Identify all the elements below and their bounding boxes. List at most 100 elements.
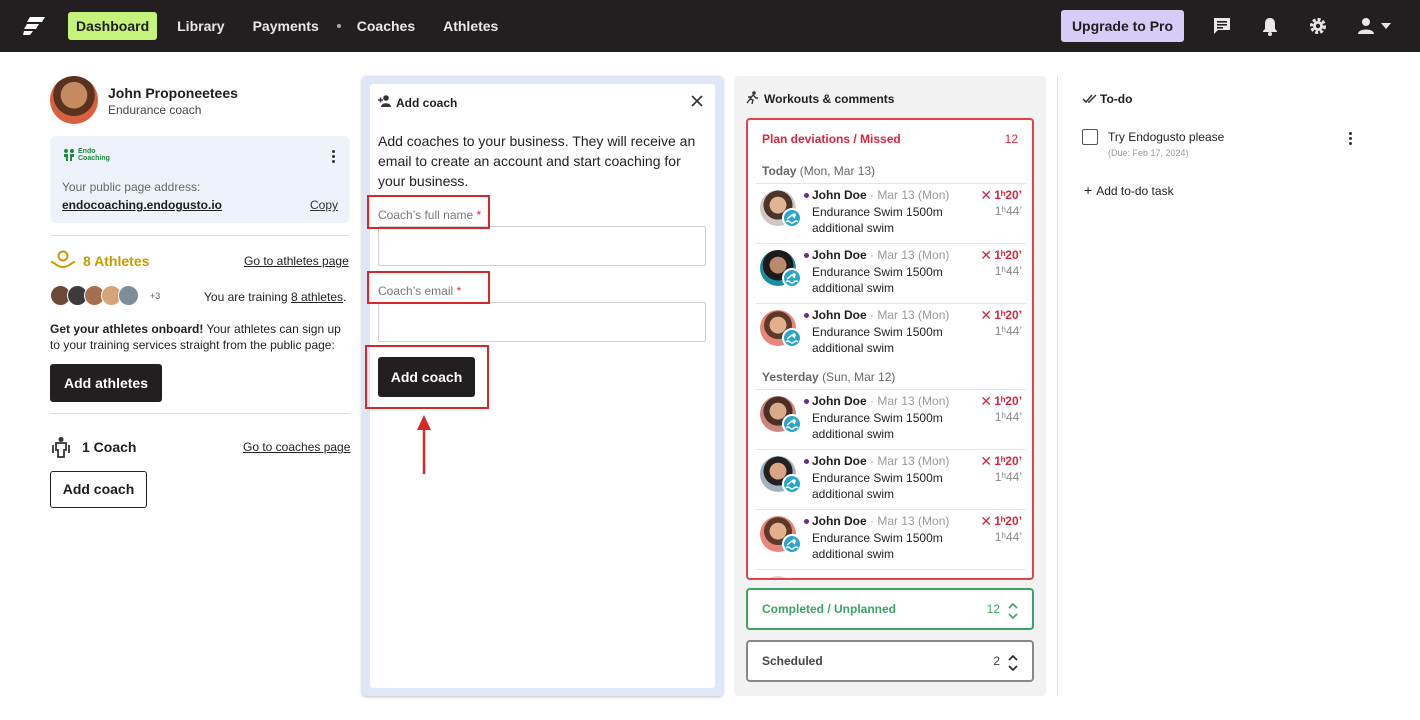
logo-text-line-2: Coaching <box>78 155 110 162</box>
running-icon <box>746 91 758 105</box>
training-summary: You are training 8 athletes. <box>204 290 346 304</box>
workout-row[interactable]: John Doe · Mar 13 (Mon) Endurance Swim 1… <box>756 389 1026 449</box>
actual-duration: 1ʰ44’ <box>994 470 1022 484</box>
go-to-coaches-link[interactable]: Go to coaches page <box>243 440 350 454</box>
workout-date: · Mar 13 (Mon) <box>870 454 950 468</box>
missed-label[interactable]: Plan deviations / Missed <box>762 132 901 146</box>
more-options-icon[interactable] <box>332 150 336 164</box>
annotation-highlight-email-label <box>367 271 490 304</box>
workout-date: · Mar 13 (Mon) <box>870 188 950 202</box>
add-person-icon <box>378 95 391 107</box>
chevron-down-icon[interactable] <box>1381 23 1391 29</box>
workout-athlete-name[interactable]: John Doe <box>812 188 867 202</box>
workout-athlete-name[interactable]: John Doe <box>812 454 867 468</box>
workout-athlete: John Doe · Mar 13 (Mon) <box>812 394 949 408</box>
workout-athlete-name[interactable]: John Doe <box>812 514 867 528</box>
go-to-athletes-link[interactable]: Go to athletes page <box>244 254 349 268</box>
nav-payments[interactable]: Payments <box>245 12 327 40</box>
planned-duration: 1ʰ20’ <box>994 454 1022 468</box>
todo-checkbox[interactable] <box>1082 129 1098 145</box>
gear-icon[interactable] <box>1308 16 1328 36</box>
workout-description: Endurance Swim 1500m additional swim <box>812 411 943 441</box>
athlete-avatar[interactable] <box>760 576 796 578</box>
completed-label[interactable]: Completed / Unplanned <box>762 602 896 616</box>
missed-section[interactable]: Plan deviations / Missed 12 Today (Mon, … <box>746 118 1034 580</box>
planned-duration: 1ʰ20’ <box>994 514 1022 528</box>
workout-description: Endurance Swim 1500m additional swim <box>812 531 943 561</box>
missed-x-icon: ✕ <box>980 453 992 469</box>
expand-chevrons-icon[interactable] <box>1008 654 1018 672</box>
swim-icon <box>782 534 802 554</box>
profile-avatar[interactable] <box>50 76 98 124</box>
main-nav: Dashboard Library Payments Coaches Athle… <box>68 12 518 40</box>
athletes-icon <box>50 250 76 269</box>
workout-row[interactable]: John Doe · Mar 13 (Mon) Endurance Swim 1… <box>756 449 1026 509</box>
workout-date: · Mar 13 (Mon) <box>870 394 950 408</box>
nav-library[interactable]: Library <box>169 12 232 40</box>
annotation-highlight-name-label <box>367 195 490 229</box>
planned-duration: 1ʰ20’ <box>994 188 1022 202</box>
swim-icon <box>782 268 802 288</box>
public-page-card: Endo Coaching Your public page address: e… <box>50 136 350 223</box>
todo-more-icon[interactable] <box>1349 132 1353 146</box>
missed-x-icon: ✕ <box>980 307 992 323</box>
upgrade-button[interactable]: Upgrade to Pro <box>1061 10 1184 42</box>
workout-row[interactable]: John Doe · Mar 13 (Mon) Endurance Swim 1… <box>756 183 1026 243</box>
user-menu-icon[interactable] <box>1356 16 1376 36</box>
workout-row-partial[interactable] <box>756 569 1026 578</box>
scheduled-section[interactable]: Scheduled 2 <box>746 640 1034 682</box>
missed-x-icon: ✕ <box>980 393 992 409</box>
workouts-title: Workouts & comments <box>764 92 895 106</box>
today-date: (Mon, Mar 13) <box>799 164 876 178</box>
today-label: Today (Mon, Mar 13) <box>762 164 875 178</box>
add-athletes-button[interactable]: Add athletes <box>50 364 162 402</box>
close-icon[interactable] <box>691 95 703 107</box>
actual-duration: 1ʰ44’ <box>994 324 1022 338</box>
workout-row[interactable]: John Doe · Mar 13 (Mon) Endurance Swim 1… <box>756 303 1026 363</box>
yesterday-label: Yesterday (Sun, Mar 12) <box>762 370 895 384</box>
coach-email-input[interactable] <box>378 302 706 342</box>
add-todo-label: Add to-do task <box>1096 184 1174 198</box>
expand-chevrons-icon[interactable] <box>1008 602 1018 620</box>
workout-athlete: John Doe · Mar 13 (Mon) <box>812 514 949 528</box>
missed-count: 12 <box>1004 132 1018 146</box>
chat-icon[interactable] <box>1212 16 1232 36</box>
actual-duration: 1ʰ44’ <box>994 264 1022 278</box>
actual-duration: 1ʰ44’ <box>994 530 1022 544</box>
workout-athlete-name[interactable]: John Doe <box>812 308 867 322</box>
onboard-bold: Get your athletes onboard! <box>50 322 204 336</box>
bell-icon[interactable] <box>1260 16 1280 36</box>
training-athletes-link[interactable]: 8 athletes <box>291 290 343 304</box>
copy-link[interactable]: Copy <box>310 198 338 212</box>
nav-coaches[interactable]: Coaches <box>349 12 423 40</box>
planned-duration: 1ʰ20’ <box>994 394 1022 408</box>
public-page-url[interactable]: endocoaching.endogusto.io <box>62 198 222 212</box>
completed-section[interactable]: Completed / Unplanned 12 <box>746 588 1034 630</box>
add-coach-sidebar-button[interactable]: Add coach <box>50 471 147 508</box>
athlete-avatar[interactable] <box>118 285 139 306</box>
workout-row[interactable]: John Doe · Mar 13 (Mon) Endurance Swim 1… <box>756 243 1026 303</box>
completed-count: 12 <box>986 602 1000 616</box>
status-dot <box>804 459 809 464</box>
actual-duration: 1ʰ44’ <box>994 410 1022 424</box>
workout-athlete-name[interactable]: John Doe <box>812 248 867 262</box>
workout-row[interactable]: John Doe · Mar 13 (Mon) Endurance Swim 1… <box>756 509 1026 569</box>
scheduled-count: 2 <box>993 654 1000 668</box>
app-logo-icon[interactable] <box>23 16 45 36</box>
coach-icon <box>52 437 70 458</box>
nav-dashboard[interactable]: Dashboard <box>68 12 158 40</box>
workout-athlete-name[interactable]: John Doe <box>812 394 867 408</box>
nav-athletes[interactable]: Athletes <box>435 12 506 40</box>
annotation-highlight-submit <box>365 345 489 409</box>
add-todo-button[interactable]: + Add to-do task <box>1084 182 1174 198</box>
top-navigation-bar: Dashboard Library Payments Coaches Athle… <box>0 0 1420 52</box>
todo-item-text[interactable]: Try Endogusto please <box>1108 130 1224 144</box>
coach-name-input[interactable] <box>378 226 706 266</box>
annotation-arrow-up-icon <box>417 415 431 474</box>
status-dot <box>804 399 809 404</box>
swim-icon <box>782 414 802 434</box>
missed-x-icon: ✕ <box>980 247 992 263</box>
workout-athlete: John Doe · Mar 13 (Mon) <box>812 454 949 468</box>
divider <box>50 235 350 236</box>
scheduled-label[interactable]: Scheduled <box>762 654 823 668</box>
